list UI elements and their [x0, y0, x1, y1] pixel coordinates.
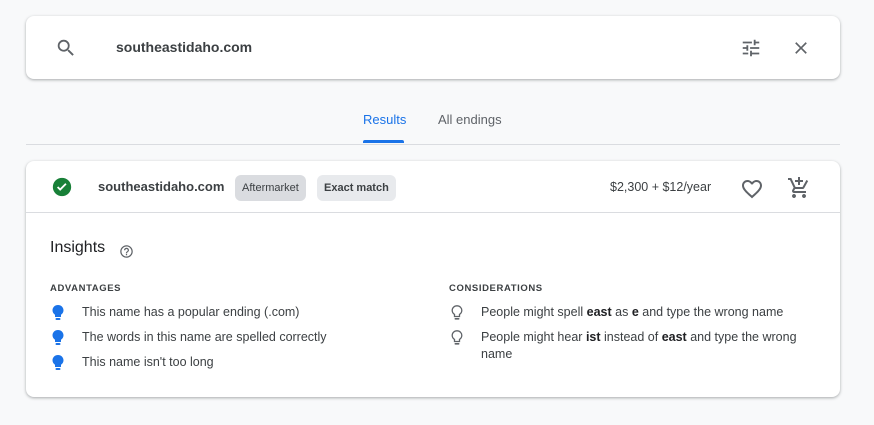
domain-price: $2,300 + $12/year — [610, 180, 712, 194]
help-icon[interactable] — [119, 244, 134, 259]
search-input[interactable]: southeastidaho.com — [116, 39, 252, 55]
close-icon[interactable] — [791, 38, 811, 58]
lightbulb-filled-icon — [52, 330, 64, 345]
advantage-item: This name isn't too long — [82, 355, 214, 369]
lightbulb-outline-icon — [451, 305, 463, 320]
result-card: southeastidaho.com Aftermarket Exact mat… — [26, 161, 840, 397]
tab-results[interactable]: Results — [363, 112, 406, 127]
advantage-item: This name has a popular ending (.com) — [82, 305, 300, 319]
heart-icon[interactable] — [740, 177, 764, 201]
search-bar[interactable]: southeastidaho.com — [26, 16, 840, 79]
lightbulb-outline-icon — [451, 330, 463, 345]
exact-match-chip: Exact match — [317, 175, 396, 201]
domain-name[interactable]: southeastidaho.com — [98, 179, 224, 194]
check-circle-icon — [52, 177, 72, 197]
considerations-heading: CONSIDERATIONS — [449, 283, 543, 294]
aftermarket-chip: Aftermarket — [235, 175, 306, 201]
add-cart-icon[interactable] — [787, 176, 811, 200]
insights-title: Insights — [50, 239, 106, 256]
lightbulb-filled-icon — [52, 355, 64, 370]
advantage-item: The words in this name are spelled corre… — [82, 330, 327, 344]
results-tabs: Results All endings — [26, 105, 840, 145]
search-icon[interactable] — [55, 37, 77, 59]
tune-icon[interactable] — [740, 37, 762, 59]
advantages-heading: ADVANTAGES — [50, 283, 122, 294]
consideration-item: People might hear ist instead of east an… — [481, 330, 797, 361]
domain-result-row[interactable]: southeastidaho.com Aftermarket Exact mat… — [26, 161, 840, 213]
active-tab-indicator — [363, 140, 404, 143]
lightbulb-filled-icon — [52, 305, 64, 320]
tab-all-endings[interactable]: All endings — [438, 112, 502, 127]
consideration-item: People might spell east as e and type th… — [481, 305, 784, 319]
